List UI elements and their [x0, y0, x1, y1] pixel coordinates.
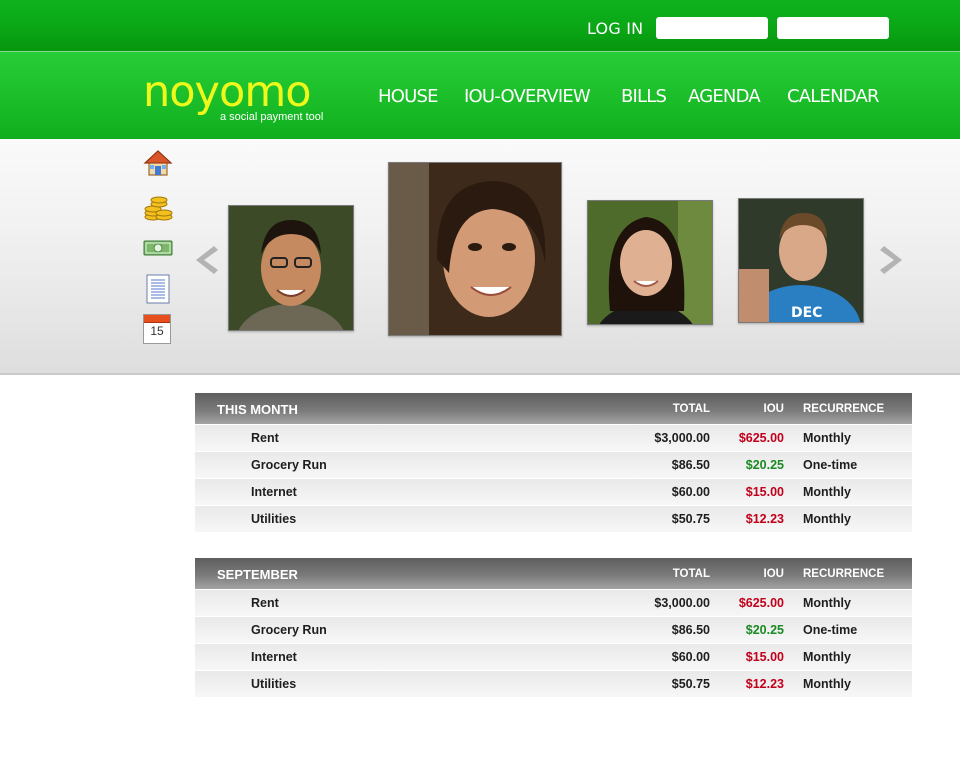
bill-iou: $625.00 — [738, 431, 784, 445]
bill-total: $50.75 — [671, 677, 710, 691]
column-total[interactable]: TOTAL — [673, 403, 710, 415]
table-row[interactable]: Utilities $50.75 $12.23 Monthly — [195, 506, 912, 532]
bill-recurrence: Monthly — [803, 512, 851, 526]
bill-recurrence: One-time — [803, 458, 858, 472]
bill-name: Grocery Run — [251, 623, 327, 637]
bill-name: Internet — [251, 485, 297, 499]
bill-total: $60.00 — [671, 485, 710, 499]
previous-arrow-icon[interactable] — [192, 244, 220, 276]
person-photo[interactable] — [388, 162, 562, 336]
calendar-header — [144, 315, 170, 323]
next-arrow-icon[interactable] — [878, 244, 906, 276]
top-bar: LOG IN — [0, 0, 960, 52]
money-icon[interactable] — [143, 233, 173, 263]
table-row[interactable]: Internet $60.00 $15.00 Monthly — [195, 644, 912, 670]
person-avatar-icon — [588, 201, 712, 324]
bill-recurrence: One-time — [803, 623, 858, 637]
bills-table-this-month: THIS MONTH TOTAL IOU RECURRENCE Rent $3,… — [195, 393, 912, 532]
bill-total: $60.00 — [671, 650, 710, 664]
nav-item-iou-overview[interactable]: IOU-OVERVIEW — [464, 86, 591, 107]
svg-text:DEC: DEC — [791, 305, 822, 321]
person-photo[interactable]: DEC — [738, 198, 864, 323]
bill-iou: $12.23 — [745, 677, 784, 691]
bill-recurrence: Monthly — [803, 485, 851, 499]
bill-name: Internet — [251, 650, 297, 664]
bill-iou: $15.00 — [745, 650, 784, 664]
table-row[interactable]: Utilities $50.75 $12.23 Monthly — [195, 671, 912, 697]
bill-iou: $20.25 — [745, 623, 784, 637]
column-iou[interactable]: IOU — [764, 403, 784, 415]
bill-recurrence: Monthly — [803, 596, 851, 610]
person-photo[interactable] — [228, 205, 354, 331]
tagline: a social payment tool — [220, 111, 324, 123]
bill-name: Utilities — [251, 677, 297, 691]
nav-item-bills[interactable]: BILLS — [621, 86, 667, 107]
section-title: THIS MONTH — [217, 402, 298, 417]
person-photo[interactable] — [587, 200, 713, 325]
person-avatar-icon — [389, 163, 561, 335]
bill-total: $50.75 — [671, 512, 710, 526]
bill-iou: $625.00 — [738, 596, 784, 610]
bill-recurrence: Monthly — [803, 677, 851, 691]
bill-total: $3,000.00 — [654, 596, 710, 610]
person-avatar-icon: DEC — [739, 199, 863, 322]
bill-iou: $15.00 — [745, 485, 784, 499]
document-icon[interactable] — [143, 274, 173, 304]
bill-recurrence: Monthly — [803, 650, 851, 664]
bill-recurrence: Monthly — [803, 431, 851, 445]
bill-name: Utilities — [251, 512, 297, 526]
username-input[interactable] — [656, 17, 768, 39]
table-row[interactable]: Grocery Run $86.50 $20.25 One-time — [195, 617, 912, 643]
column-total[interactable]: TOTAL — [673, 568, 710, 580]
table-row[interactable]: Grocery Run $86.50 $20.25 One-time — [195, 452, 912, 478]
nav-item-calendar[interactable]: CALENDAR — [787, 86, 880, 107]
calendar-icon[interactable]: 15 — [143, 314, 171, 344]
person-avatar-icon — [229, 206, 353, 330]
table-header: SEPTEMBER TOTAL IOU RECURRENCE — [195, 558, 912, 589]
table-header: THIS MONTH TOTAL IOU RECURRENCE — [195, 393, 912, 424]
table-row[interactable]: Internet $60.00 $15.00 Monthly — [195, 479, 912, 505]
house-icon[interactable] — [143, 148, 173, 178]
column-iou[interactable]: IOU — [764, 568, 784, 580]
bill-iou: $12.23 — [745, 512, 784, 526]
bill-name: Rent — [251, 431, 279, 445]
bills-table-september: SEPTEMBER TOTAL IOU RECURRENCE Rent $3,0… — [195, 558, 912, 697]
section-title: SEPTEMBER — [217, 567, 298, 582]
nav-item-house[interactable]: HOUSE — [378, 86, 438, 107]
password-input[interactable] — [777, 17, 889, 39]
coins-icon[interactable] — [143, 192, 173, 222]
bill-iou: $20.25 — [745, 458, 784, 472]
nav-item-agenda[interactable]: AGENDA — [688, 86, 761, 107]
bill-total: $3,000.00 — [654, 431, 710, 445]
bill-total: $86.50 — [671, 458, 710, 472]
calendar-day: 15 — [150, 324, 164, 338]
logo[interactable]: noyomo — [143, 68, 312, 116]
column-recurrence[interactable]: RECURRENCE — [803, 568, 884, 580]
table-row[interactable]: Rent $3,000.00 $625.00 Monthly — [195, 425, 912, 451]
bill-total: $86.50 — [671, 623, 710, 637]
bill-name: Rent — [251, 596, 279, 610]
site-header: noyomo a social payment tool HOUSE IOU-O… — [0, 52, 960, 139]
table-row[interactable]: Rent $3,000.00 $625.00 Monthly — [195, 590, 912, 616]
bill-name: Grocery Run — [251, 458, 327, 472]
login-label: LOG IN — [587, 19, 644, 38]
column-recurrence[interactable]: RECURRENCE — [803, 403, 884, 415]
